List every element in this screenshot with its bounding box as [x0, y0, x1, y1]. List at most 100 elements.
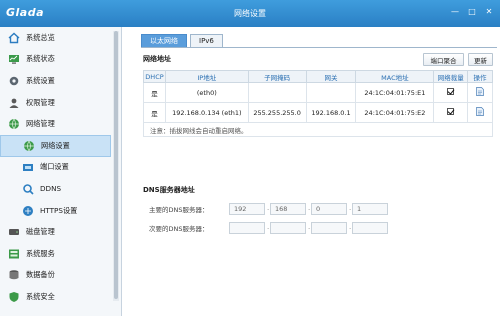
backup-icon: [8, 269, 20, 281]
maximize-button[interactable]: □: [465, 5, 479, 18]
gear-icon: [8, 75, 20, 87]
column-header: 网关: [305, 70, 357, 83]
https-icon: [22, 205, 34, 217]
window-controls: — □ ✕: [448, 5, 496, 18]
close-button[interactable]: ✕: [482, 5, 496, 18]
sidebar-item-7[interactable]: DDNS: [0, 178, 121, 200]
ip-separator: .: [267, 223, 270, 231]
ip-separator: .: [308, 204, 311, 212]
edit-document-icon[interactable]: [476, 107, 484, 116]
refresh-button[interactable]: 更新: [468, 53, 493, 66]
monitor-icon: [8, 53, 20, 65]
network-note: 注意：插拔网线会自动重启网络。: [143, 122, 493, 137]
edit-document-icon[interactable]: [476, 87, 484, 96]
sidebar-item-1[interactable]: 系统状态: [0, 49, 121, 71]
primary-dns-octet-4[interactable]: 1: [352, 203, 388, 215]
network-table: DHCP IP地址 子网掩码 网关 MAC地址 网络裁量 操作 是 (eth0) 2…: [143, 70, 493, 137]
sidebar-item-label: HTTPS设置: [40, 205, 78, 215]
user-icon: [8, 97, 20, 109]
secondary-dns-octet-4[interactable]: [352, 222, 388, 234]
cell-action: [467, 82, 493, 103]
cell-enabled: [433, 102, 469, 123]
primary-dns-octet-3[interactable]: 0: [311, 203, 347, 215]
tab-divider: [141, 47, 497, 48]
enabled-checkbox[interactable]: [447, 88, 455, 95]
secondary-dns-octet-2[interactable]: [270, 222, 306, 234]
window-title: 网络设置: [234, 9, 266, 18]
table-row: 是 (eth0) 24:1C:04:01:75:E1: [143, 82, 493, 103]
primary-dns-octet-1[interactable]: 192: [229, 203, 265, 215]
primary-dns-label: 主要的DNS服务器：: [149, 206, 209, 214]
enabled-checkbox[interactable]: [447, 108, 455, 115]
port-aggregate-button[interactable]: 端口聚合: [423, 53, 464, 66]
secondary-dns-label: 次要的DNS服务器：: [149, 225, 209, 233]
cell-ip: 192.168.0.134 (eth1): [164, 102, 249, 123]
column-header: IP地址: [164, 70, 249, 83]
cell-action: [467, 102, 493, 123]
sidebar-nav: 系统总览系统状态系统设置权限管理网络管理网络设置端口设置 DDNS HTTPS设置磁…: [0, 27, 121, 308]
sidebar-item-0[interactable]: 系统总览: [0, 27, 121, 49]
dns-section-title: DNS服务器地址: [143, 186, 195, 194]
ip-separator: .: [308, 223, 311, 231]
secondary-dns-octet-3[interactable]: [311, 222, 347, 234]
sidebar-item-label: 系统总览: [26, 32, 55, 42]
sidebar-item-12[interactable]: 系统安全: [0, 286, 121, 308]
cell-ip: (eth0): [164, 82, 249, 103]
sidebar-item-label: 网络设置: [41, 140, 70, 150]
cell-dhcp: 是: [143, 102, 166, 123]
cell-gateway: 192.168.0.1: [305, 102, 357, 123]
sidebar-item-label: 端口设置: [40, 162, 69, 172]
table-row: 是 192.168.0.134 (eth1) 255.255.255.0 192.16…: [143, 102, 493, 123]
table-note-row: 注意：插拔网线会自动重启网络。: [143, 122, 493, 137]
sidebar-item-5[interactable]: 网络设置: [0, 134, 111, 157]
main-panel: 以太网络 IPv6 网络地址 端口聚合 更新 DHCP IP地址 子网掩码 网关…: [123, 27, 500, 316]
cell-mac: 24:1C:04:01:75:E2: [355, 102, 435, 123]
ip-separator: .: [349, 204, 352, 212]
sidebar-item-8[interactable]: HTTPS设置: [0, 200, 121, 222]
title-bar: Glada 网络设置 — □ ✕: [0, 0, 500, 27]
cell-gateway: [305, 82, 357, 103]
minimize-button[interactable]: —: [448, 5, 462, 18]
globe-icon: [8, 118, 20, 130]
sidebar-item-3[interactable]: 权限管理: [0, 92, 121, 114]
cell-dhcp: 是: [143, 82, 166, 103]
sidebar-item-label: 系统设置: [26, 75, 55, 85]
sidebar-item-label: 数据备份: [26, 270, 55, 280]
tab-bar: 以太网络 IPv6: [141, 34, 223, 47]
column-header: MAC地址: [355, 70, 435, 83]
cell-enabled: [433, 82, 469, 103]
secondary-dns-octet-1[interactable]: [229, 222, 265, 234]
column-header: 子网掩码: [247, 70, 307, 83]
sidebar-item-label: 系统状态: [26, 54, 55, 64]
network-section-title: 网络地址: [143, 55, 171, 63]
port-icon: [22, 161, 34, 173]
primary-dns-octet-2[interactable]: 168: [270, 203, 306, 215]
disk-icon: [8, 226, 20, 238]
sidebar-item-label: 磁盘管理: [26, 227, 55, 237]
sidebar-item-2[interactable]: 系统设置: [0, 70, 121, 92]
cell-mac: 24:1C:04:01:75:E1: [355, 82, 435, 103]
sidebar-item-label: 权限管理: [26, 97, 55, 107]
column-header: 网络裁量: [433, 70, 469, 83]
sidebar-item-11[interactable]: 数据备份: [0, 265, 121, 287]
table-header-row: DHCP IP地址 子网掩码 网关 MAC地址 网络裁量 操作: [143, 70, 493, 83]
sidebar-item-label: DDNS: [40, 184, 62, 194]
column-header: 操作: [467, 70, 493, 83]
ip-separator: .: [349, 223, 352, 231]
sidebar-scrollbar[interactable]: [113, 31, 119, 301]
column-header: DHCP: [143, 70, 166, 83]
tab-ethernet[interactable]: 以太网络: [141, 34, 187, 47]
sidebar-item-10[interactable]: 系统服务: [0, 243, 121, 265]
scrollbar-thumb[interactable]: [114, 31, 118, 299]
tab-ipv6[interactable]: IPv6: [190, 34, 223, 47]
sidebar-item-6[interactable]: 端口设置: [0, 157, 121, 179]
cell-mask: 255.255.255.0: [247, 102, 307, 123]
shield-icon: [8, 291, 20, 303]
sidebar-item-4[interactable]: 网络管理: [0, 113, 121, 135]
service-icon: [8, 248, 20, 260]
ip-separator: .: [267, 204, 270, 212]
cell-mask: [247, 82, 307, 103]
sidebar: 系统总览系统状态系统设置权限管理网络管理网络设置端口设置 DDNS HTTPS设置磁…: [0, 27, 122, 316]
sidebar-item-9[interactable]: 磁盘管理: [0, 221, 121, 243]
sidebar-item-label: 系统安全: [26, 291, 55, 301]
